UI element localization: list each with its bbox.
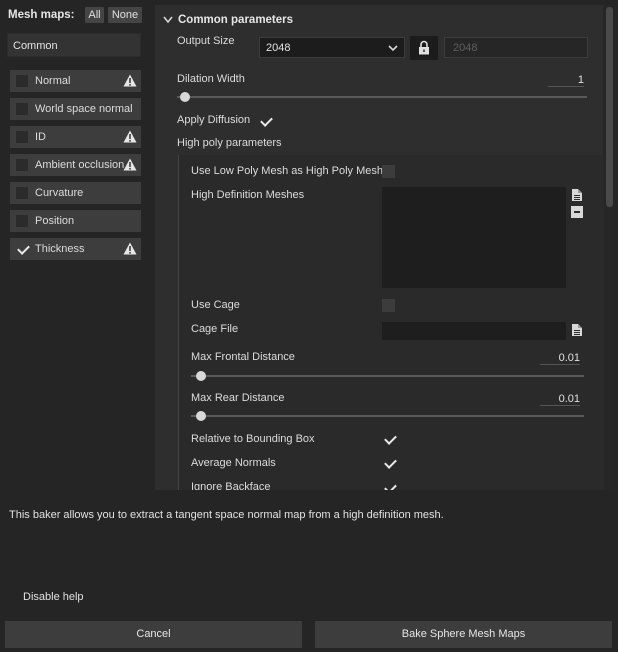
mesh-map-checkbox[interactable] (16, 75, 28, 87)
max-frontal-value[interactable]: 0.01 (540, 352, 580, 365)
mesh-map-checkbox[interactable] (16, 159, 28, 171)
select-none-button[interactable]: None (108, 7, 142, 23)
mesh-map-item[interactable]: Normal (10, 70, 141, 92)
average-normals-checkbox[interactable] (382, 456, 397, 470)
mesh-map-item[interactable]: Curvature (10, 182, 141, 204)
file-icon[interactable] (571, 323, 583, 337)
dilation-width-label: Dilation Width (177, 73, 245, 85)
select-all-button[interactable]: All (85, 7, 104, 23)
check-icon (17, 242, 30, 255)
mesh-map-label: Position (35, 215, 75, 227)
apply-diffusion-checkbox[interactable] (258, 114, 273, 128)
max-rear-label: Max Rear Distance (191, 392, 285, 404)
mesh-map-checkbox[interactable] (16, 215, 28, 227)
apply-diffusion-label: Apply Diffusion (177, 114, 251, 126)
remove-mesh-button[interactable] (571, 206, 583, 218)
mesh-map-label: Ambient occlusion (35, 159, 125, 171)
average-normals-label: Average Normals (191, 457, 276, 469)
output-size-value: 2048 (266, 42, 291, 54)
mesh-map-checkbox[interactable] (16, 103, 28, 115)
mesh-map-label: ID (35, 131, 46, 143)
check-icon (384, 432, 397, 445)
max-frontal-label: Max Frontal Distance (191, 351, 295, 363)
ignore-backface-label: Ignore Backface (191, 481, 271, 490)
mesh-map-checkbox[interactable] (16, 187, 28, 199)
mesh-map-label: Thickness (35, 243, 85, 255)
max-frontal-slider-knob[interactable] (196, 371, 206, 381)
bake-button[interactable]: Bake Sphere Mesh Maps (315, 621, 612, 648)
use-cage-label: Use Cage (191, 299, 240, 311)
use-low-poly-label: Use Low Poly Mesh as High Poly Mesh (191, 165, 383, 177)
output-size-locked-value: 2048 (453, 42, 478, 54)
check-icon (384, 456, 397, 469)
warning-icon (123, 74, 137, 90)
output-size-select[interactable]: 2048 (259, 37, 405, 58)
help-text: This baker allows you to extract a tange… (9, 509, 444, 521)
mesh-map-item[interactable]: World space normal (10, 98, 141, 120)
high-def-meshes-label: High Definition Meshes (191, 189, 305, 201)
warning-icon (123, 130, 137, 146)
output-size-locked-field[interactable]: 2048 (444, 37, 588, 58)
mesh-map-item[interactable]: Position (10, 210, 141, 232)
chevron-down-icon (388, 45, 398, 52)
scrollbar-thumb[interactable] (606, 7, 613, 207)
disable-help-link[interactable]: Disable help (23, 591, 84, 603)
lock-button[interactable] (410, 36, 438, 60)
ignore-backface-row: Ignore Backface (178, 478, 603, 490)
cancel-button[interactable]: Cancel (5, 621, 302, 648)
dilation-width-slider[interactable] (177, 96, 587, 98)
file-icon[interactable] (571, 188, 583, 202)
use-cage-checkbox[interactable] (382, 299, 395, 312)
mesh-map-item[interactable]: ID (10, 126, 141, 148)
dilation-width-value[interactable]: 1 (548, 74, 584, 87)
max-rear-value[interactable]: 0.01 (540, 393, 580, 406)
cage-file-label: Cage File (191, 323, 239, 335)
mesh-map-label: World space normal (35, 103, 133, 115)
cage-file-field[interactable] (382, 322, 566, 340)
output-size-label: Output Size (177, 35, 235, 47)
chevron-down-icon[interactable] (163, 16, 173, 24)
check-icon (260, 114, 273, 127)
mesh-map-checkbox[interactable] (16, 131, 28, 143)
warning-icon (123, 158, 137, 174)
relative-bbox-checkbox[interactable] (382, 432, 397, 446)
mesh-map-item[interactable]: Thickness (10, 238, 141, 260)
relative-bbox-label: Relative to Bounding Box (191, 433, 315, 445)
dilation-width-slider-knob[interactable] (180, 92, 190, 102)
common-item[interactable]: Common (7, 33, 141, 57)
use-low-poly-checkbox[interactable] (382, 165, 395, 178)
mesh-maps-title: Mesh maps: (8, 9, 75, 21)
lock-icon (419, 40, 429, 55)
max-rear-slider[interactable] (191, 415, 584, 417)
warning-icon (123, 242, 137, 258)
high-poly-label: High poly parameters (177, 137, 282, 149)
max-frontal-slider[interactable] (191, 375, 584, 377)
check-icon (384, 481, 397, 490)
high-def-meshes-list[interactable] (382, 187, 566, 288)
max-rear-slider-knob[interactable] (196, 411, 206, 421)
ignore-backface-checkbox[interactable] (382, 481, 397, 490)
mesh-map-checkbox[interactable] (16, 242, 30, 255)
mesh-map-label: Normal (35, 75, 71, 87)
section-title: Common parameters (178, 14, 294, 26)
minus-icon (574, 211, 580, 213)
mesh-map-item[interactable]: Ambient occlusion (10, 154, 141, 176)
mesh-map-label: Curvature (35, 187, 84, 199)
